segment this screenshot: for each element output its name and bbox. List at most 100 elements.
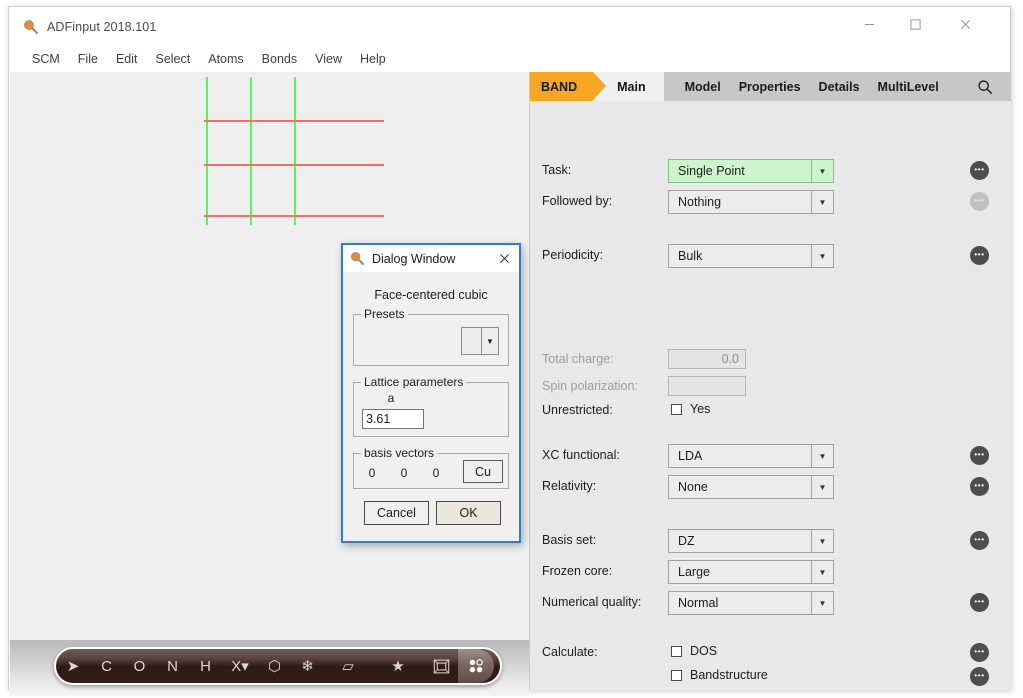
dos-help-button[interactable]: ••• (970, 643, 989, 662)
close-icon (499, 254, 509, 263)
dialog-heading: Face-centered cubic (374, 288, 488, 302)
tab-model[interactable]: Model (676, 80, 730, 94)
help-dots: ••• (974, 596, 985, 606)
cell-box-icon[interactable] (424, 649, 458, 683)
field-row-unrestricted: Unrestricted: Yes (530, 399, 1011, 423)
menu-item-help[interactable]: Help (351, 50, 395, 69)
chevron-down-icon: ▼ (811, 191, 833, 213)
help-dots: ••• (974, 449, 985, 459)
bandstructure-checkbox[interactable]: Bandstructure (671, 668, 768, 682)
lattice-line-vertical (294, 77, 296, 225)
relativity-combobox[interactable]: None ▼ (668, 475, 834, 499)
plane-icon[interactable]: ▱ (324, 649, 372, 683)
basis-vector-x: 0 (368, 466, 376, 480)
tab-details[interactable]: Details (810, 80, 869, 94)
lattice-dialog: Dialog Window Face-centered cubic Preset… (341, 243, 521, 543)
application-root: ADFinput 2018.101 SCM File Edit Select A… (0, 0, 1023, 698)
tab-properties[interactable]: Properties (730, 80, 810, 94)
select-cursor-icon[interactable]: ➤ (56, 649, 90, 683)
window-titlebar: ADFinput 2018.101 (9, 7, 1010, 47)
chevron-down-icon: ▼ (811, 476, 833, 498)
chevron-down-icon: ▼ (481, 328, 498, 354)
frozen-core-combobox[interactable]: Large ▼ (668, 560, 834, 584)
menu-item-bonds[interactable]: Bonds (253, 50, 306, 69)
field-row-numerical-quality: Numerical quality: Normal ▼ ••• (530, 591, 1011, 615)
xc-functional-combobox[interactable]: LDA ▼ (668, 444, 834, 468)
menu-item-scm[interactable]: SCM (23, 50, 69, 69)
unrestricted-checkbox-label: Yes (690, 402, 711, 416)
basis-set-combobox[interactable]: DZ ▼ (668, 529, 834, 553)
tab-multilevel[interactable]: MultiLevel (869, 80, 948, 94)
field-row-frozen-core: Frozen core: Large ▼ (530, 560, 1011, 584)
cell-box-glyph (433, 659, 449, 673)
task-value: Single Point (678, 164, 745, 178)
window-title: ADFinput 2018.101 (47, 20, 157, 34)
presets-combobox[interactable]: ▼ (461, 327, 499, 355)
bottom-toolstrip: ➤ C O N H X▾ ⬡ ❄ ▱ ★ (10, 640, 529, 696)
help-dots: ••• (974, 670, 985, 680)
magnifier-icon (23, 19, 39, 35)
lattice-group-title: Lattice parameters (361, 375, 467, 389)
chevron-down-icon: ▼ (811, 245, 833, 267)
periodicity-combobox[interactable]: Bulk ▼ (668, 244, 834, 268)
task-combobox[interactable]: Single Point ▼ (668, 159, 834, 183)
lattice-line-vertical (206, 77, 208, 225)
xc-functional-help-button[interactable]: ••• (970, 446, 989, 465)
bandstructure-checkbox-label: Bandstructure (690, 668, 768, 682)
star-icon[interactable]: ★ (372, 649, 424, 683)
bandstructure-help-button[interactable]: ••• (970, 667, 989, 686)
dialog-title: Dialog Window (372, 251, 456, 266)
menu-item-view[interactable]: View (306, 50, 351, 69)
numerical-quality-help-button[interactable]: ••• (970, 593, 989, 612)
oxygen-atom-icon[interactable]: O (123, 649, 156, 683)
field-row-task: Task: Single Point ▼ ••• (530, 159, 1011, 183)
xc-functional-label: XC functional: (542, 448, 620, 462)
presets-group-title: Presets (361, 307, 408, 321)
spin-polarization-input (668, 376, 746, 396)
lattice-line-horizontal (204, 215, 384, 217)
cancel-button[interactable]: Cancel (364, 501, 429, 525)
task-help-button[interactable]: ••• (970, 161, 989, 180)
magnifier-icon (350, 251, 365, 266)
chevron-down-icon: ▼ (811, 445, 833, 467)
field-row-basis-set: Basis set: DZ ▼ ••• (530, 529, 1011, 553)
element-picker-icon[interactable]: X▾ (222, 649, 258, 683)
chevron-down-icon: ▼ (811, 592, 833, 614)
close-button[interactable] (942, 7, 988, 41)
followed-by-combobox[interactable]: Nothing ▼ (668, 190, 834, 214)
basis-set-help-button[interactable]: ••• (970, 531, 989, 550)
carbon-atom-icon[interactable]: C (90, 649, 123, 683)
dialog-close-button[interactable] (493, 248, 515, 269)
help-dots: ••• (974, 249, 985, 259)
nitrogen-atom-icon[interactable]: N (156, 649, 189, 683)
numerical-quality-combobox[interactable]: Normal ▼ (668, 591, 834, 615)
snowflake-icon[interactable]: ❄ (291, 649, 324, 683)
lattice-param-a-input[interactable]: 3.61 (362, 409, 424, 429)
relativity-label: Relativity: (542, 479, 597, 493)
minimize-button[interactable] (846, 7, 892, 41)
relativity-help-button[interactable]: ••• (970, 477, 989, 496)
chevron-down-icon: ▼ (811, 160, 833, 182)
field-row-relativity: Relativity: None ▼ ••• (530, 475, 1011, 499)
tab-band[interactable]: BAND (530, 72, 607, 101)
hydrogen-atom-icon[interactable]: H (189, 649, 222, 683)
maximize-button[interactable] (892, 7, 938, 41)
periodicity-help-button[interactable]: ••• (970, 246, 989, 265)
menu-item-file[interactable]: File (69, 50, 107, 69)
ok-button[interactable]: OK (436, 501, 501, 525)
settings-panel: BAND Main Model Properties Details Multi… (529, 72, 1011, 690)
dos-checkbox-label: DOS (690, 644, 718, 658)
search-button[interactable] (977, 79, 1011, 95)
menu-item-edit[interactable]: Edit (107, 50, 147, 69)
ring-icon[interactable]: ⬡ (258, 649, 291, 683)
dos-checkbox[interactable]: DOS (671, 644, 717, 658)
menu-item-atoms[interactable]: Atoms (199, 50, 252, 69)
basis-vector-element-button[interactable]: Cu (463, 460, 503, 483)
basis-vector-z: 0 (432, 466, 440, 480)
atoms-grid-icon[interactable] (458, 649, 494, 683)
unrestricted-checkbox[interactable]: Yes (671, 402, 710, 416)
basis-vectors-group: basis vectors 0 0 0 Cu (353, 446, 509, 489)
help-dots: ••• (974, 646, 985, 656)
menu-item-select[interactable]: Select (146, 50, 199, 69)
dialog-body: Face-centered cubic Presets ▼ Lattice pa… (343, 272, 519, 541)
